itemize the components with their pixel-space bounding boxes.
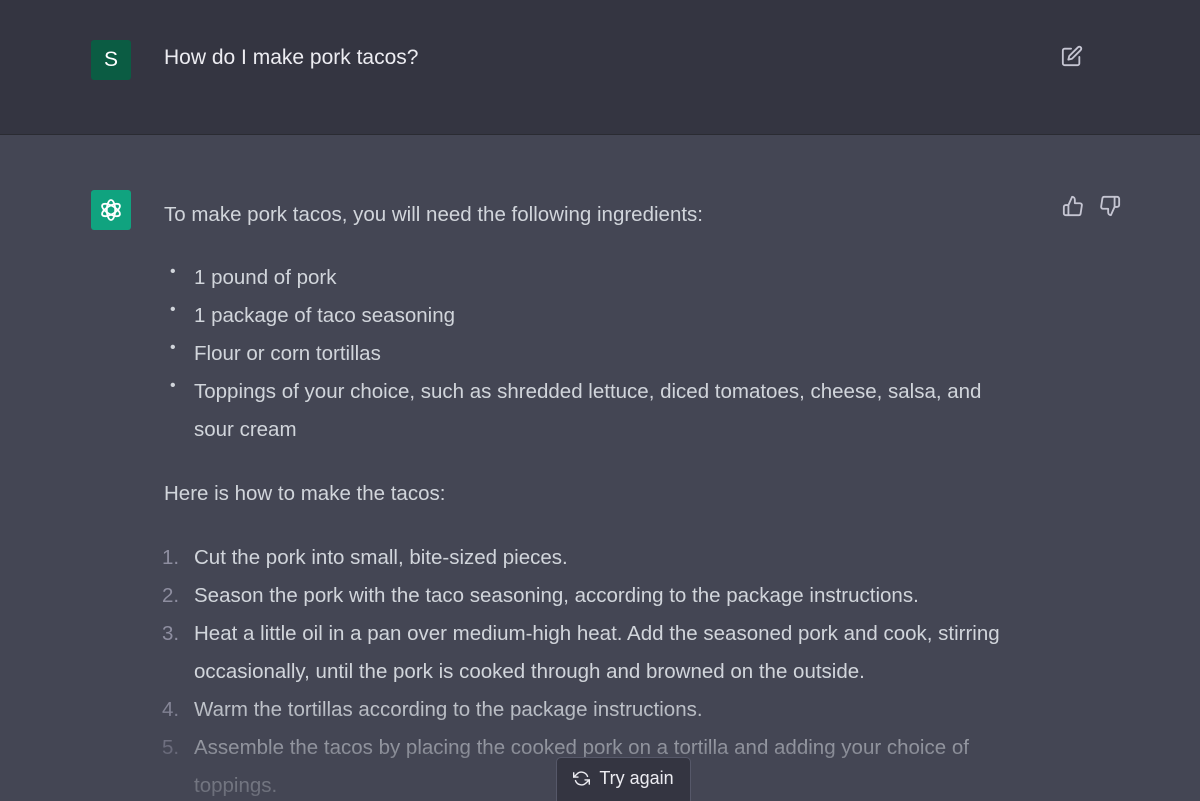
ingredient-text: Toppings of your choice, such as shredde… bbox=[194, 380, 982, 441]
bullet-icon: • bbox=[170, 301, 176, 318]
user-message-text: How do I make pork tacos? bbox=[164, 46, 419, 69]
step-text: Heat a little oil in a pan over medium-h… bbox=[194, 622, 1000, 683]
bullet-icon: • bbox=[170, 377, 176, 394]
regenerate-icon bbox=[573, 770, 591, 786]
chat-view: S How do I make pork tacos? To make pork… bbox=[0, 0, 1200, 801]
step-number: 2. bbox=[162, 584, 180, 607]
list-item: • 1 pound of pork bbox=[164, 259, 1024, 297]
bullet-icon: • bbox=[170, 263, 176, 280]
step-number: 3. bbox=[162, 622, 180, 645]
edit-icon bbox=[1061, 45, 1083, 67]
list-item: • 1 package of taco seasoning bbox=[164, 297, 1024, 335]
ingredients-list: • 1 pound of pork • 1 package of taco seas… bbox=[164, 259, 1024, 449]
openai-logo-icon bbox=[101, 199, 121, 221]
user-message-row: S How do I make pork tacos? bbox=[0, 0, 1200, 135]
thumbs-up-button[interactable] bbox=[1059, 192, 1087, 220]
thumbs-up-icon bbox=[1062, 195, 1083, 217]
step-text: Season the pork with the taco seasoning,… bbox=[194, 584, 919, 607]
step-number: 1. bbox=[162, 546, 180, 569]
step-number: 4. bbox=[162, 698, 180, 721]
try-again-button[interactable]: Try again bbox=[556, 757, 691, 801]
list-item: • Flour or corn tortillas bbox=[164, 335, 1024, 373]
list-item: • Toppings of your choice, such as shredd… bbox=[164, 373, 1024, 449]
try-again-label: Try again bbox=[599, 767, 674, 788]
ingredient-text: 1 pound of pork bbox=[194, 266, 337, 289]
user-avatar: S bbox=[91, 40, 131, 80]
thumbs-down-icon bbox=[1100, 195, 1121, 217]
bullet-icon: • bbox=[170, 339, 176, 356]
list-item: 2. Season the pork with the taco seasonin… bbox=[162, 577, 1024, 615]
list-item: 1. Cut the pork into small, bite-sized pi… bbox=[162, 539, 1024, 577]
step-text: Cut the pork into small, bite-sized piec… bbox=[194, 546, 568, 569]
assistant-avatar bbox=[91, 190, 131, 230]
ingredient-text: 1 package of taco seasoning bbox=[194, 304, 455, 327]
ingredient-text: Flour or corn tortillas bbox=[194, 342, 381, 365]
answer-intro: To make pork tacos, you will need the fo… bbox=[164, 203, 703, 226]
user-avatar-letter: S bbox=[103, 48, 118, 71]
step-text: Warm the tortillas according to the pack… bbox=[194, 698, 703, 721]
list-item: 4. Warm the tortillas according to the pa… bbox=[162, 691, 1024, 729]
answer-howto: Here is how to make the tacos: bbox=[164, 482, 446, 505]
step-number: 5. bbox=[162, 736, 180, 759]
thumbs-down-button[interactable] bbox=[1096, 192, 1124, 220]
assistant-message-row: To make pork tacos, you will need the fo… bbox=[0, 135, 1200, 801]
edit-message-button[interactable] bbox=[1058, 42, 1086, 70]
list-item: 3. Heat a little oil in a pan over medium… bbox=[162, 615, 1024, 691]
assistant-answer: To make pork tacos, you will need the fo… bbox=[162, 196, 1024, 801]
